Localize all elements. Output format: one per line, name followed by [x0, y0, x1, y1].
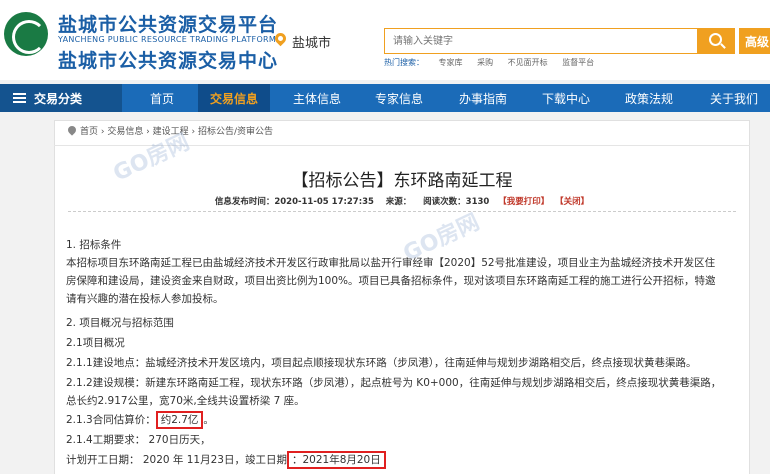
- price-value: 约2.7亿: [155, 411, 204, 429]
- publish-time: 信息发布时间：2020-11-05 17:27:35: [214, 197, 374, 207]
- nav-item-expert-info[interactable]: 专家信息: [364, 84, 434, 112]
- body-line: 总长约2.917公里，宽70米,全线共设置桥梁 7 座。: [66, 395, 305, 407]
- nav-item-trading-info[interactable]: 交易信息: [198, 84, 270, 112]
- price-label: 2.1.3合同估算价：: [66, 414, 156, 426]
- nav-item-downloads[interactable]: 下载中心: [530, 84, 602, 112]
- body-line: 2. 项目概况与招标范围: [66, 317, 174, 329]
- body-line: 请有兴趣的潜在投标人参加投标。: [66, 293, 224, 305]
- category-menu-button[interactable]: 交易分类: [0, 84, 122, 112]
- schedule-label: 计划开工日期： 2020 年 11月23日，竣工日期: [66, 454, 287, 466]
- nav-item-home[interactable]: 首页: [136, 84, 188, 112]
- view-count: 阅读次数：3130: [423, 197, 490, 207]
- schedule-line: 计划开工日期： 2020 年 11月23日，竣工日期 ：2021年8月20日: [66, 451, 746, 469]
- source: 来源：: [385, 197, 412, 207]
- price-suffix: 。: [203, 414, 214, 426]
- site-title-primary: 盐城市公共资源交易平台: [58, 14, 279, 36]
- hot-search-link[interactable]: 不见面开标: [508, 58, 548, 67]
- hot-search-label: 热门搜索：: [384, 58, 424, 67]
- article-meta: 信息发布时间：2020-11-05 17:27:35 来源： 阅读次数：3130…: [54, 195, 750, 207]
- nav-item-about[interactable]: 关于我们: [698, 84, 770, 112]
- body-line: 房保障和建设局，建设资金来自财政，项目出资比例为100%。项目已具备招标条件，现…: [66, 275, 716, 287]
- hot-search-link[interactable]: 监督平台: [562, 58, 594, 67]
- divider: [68, 211, 736, 212]
- search-input[interactable]: [384, 28, 698, 54]
- site-title-secondary: 盐城市公共资源交易中心: [58, 50, 279, 72]
- price-line: 2.1.3合同估算价： 约2.7亿。: [66, 411, 746, 429]
- body-line: 2.1.2建设规模：新建东环路南延工程，现状东环路（步凤港），起点桩号为 K0+…: [66, 377, 722, 389]
- search-button[interactable]: [697, 28, 735, 54]
- nav-item-guide[interactable]: 办事指南: [448, 84, 518, 112]
- close-link[interactable]: 【关闭】: [555, 197, 589, 207]
- duration-line: 2.1.4工期要求： 270日历天，: [66, 434, 211, 446]
- nav-item-entity-info[interactable]: 主体信息: [282, 84, 352, 112]
- nav-item-policy[interactable]: 政策法规: [614, 84, 684, 112]
- site-logo-icon[interactable]: [4, 12, 48, 56]
- site-header: 盐城市公共资源交易平台 YANCHENG PUBLIC RESOURCE TRA…: [0, 0, 770, 80]
- body-line: 2.1.1建设地点：盐城经济技术开发区境内，项目起点顺接现状东环路（步凤港），往…: [66, 357, 697, 369]
- site-title-english: YANCHENG PUBLIC RESOURCE TRADING PLATFOR…: [58, 35, 277, 44]
- hot-search-link[interactable]: 专家库: [439, 58, 463, 67]
- completion-date: ：2021年8月20日: [286, 451, 386, 469]
- main-nav: 交易分类 首页 交易信息 主体信息 专家信息 办事指南 下载中心 政策法规 关于…: [0, 84, 770, 112]
- advanced-search-button[interactable]: 高级: [739, 28, 770, 54]
- menu-icon: [13, 93, 26, 103]
- hot-search-link[interactable]: 采购: [477, 58, 493, 67]
- location-selector[interactable]: 盐城市: [292, 32, 331, 51]
- hot-search-list: 热门搜索： 专家库 采购 不见面开标 监督平台: [384, 57, 606, 68]
- print-link[interactable]: 【我要打印】: [498, 197, 549, 207]
- category-menu-label: 交易分类: [34, 92, 83, 106]
- body-line: 2.1项目概况: [66, 337, 125, 349]
